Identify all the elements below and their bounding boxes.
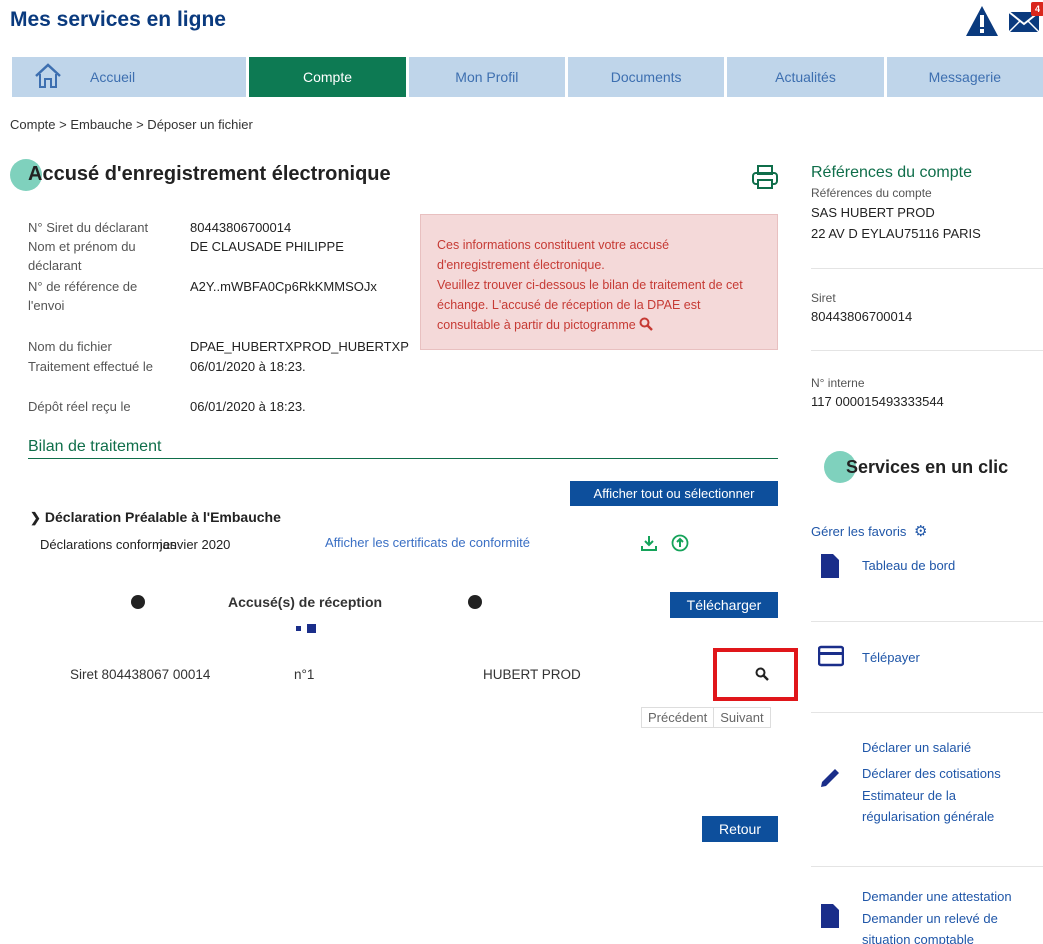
done-value: 06/01/2020 à 18:23. — [190, 359, 306, 374]
sidebar-divider — [811, 268, 1043, 269]
declarer-cotisations-link[interactable]: Déclarer des cotisations — [862, 763, 1001, 784]
row-siret: Siret 804438067 00014 — [70, 667, 211, 682]
notice-line2: Veuillez trouver ci-dessous le bilan de … — [437, 275, 761, 335]
file-label: Nom du fichier — [28, 339, 112, 354]
services-title: Services en un clic — [846, 457, 1009, 477]
attestation-link[interactable]: Demander une attestation — [862, 886, 1012, 907]
breadcrumb: Compte > Embauche > Déposer un fichier — [10, 117, 253, 132]
sidebar-divider — [811, 866, 1043, 867]
gear-icon: ⚙ — [914, 523, 928, 540]
conformes-period: janvier 2020 — [159, 537, 231, 552]
telecharger-button[interactable]: Télécharger — [670, 592, 778, 618]
refs-interne-value: 117 000015493333544 — [811, 394, 944, 409]
favoris-label: Gérer les favoris — [811, 524, 907, 539]
refs-siret-value: 80443806700014 — [811, 309, 913, 324]
page-title: Accusé d'enregistrement électronique — [28, 163, 391, 185]
chevron-right-icon: ❯ — [30, 510, 41, 525]
name-label: Nom et prénom du déclarant — [28, 239, 136, 273]
sidebar-divider — [811, 712, 1043, 713]
ref-label: N° de référence de l'envoi — [28, 279, 138, 313]
collapse-right-icon[interactable] — [468, 595, 482, 609]
tab-accueil[interactable]: Accueil — [12, 57, 247, 97]
collapse-left-icon[interactable] — [131, 595, 145, 609]
row-numero: n°1 — [294, 667, 315, 682]
highlight-annotation — [713, 648, 798, 701]
bilan-title: Bilan de traitement — [28, 438, 162, 455]
download-icon[interactable] — [640, 534, 658, 552]
search-icon[interactable] — [639, 317, 654, 331]
retour-button[interactable]: Retour — [702, 816, 778, 842]
main-nav: Accueil Compte Mon Profil Documents Actu… — [12, 57, 1043, 97]
pager-prev[interactable]: Précédent — [642, 708, 713, 727]
favoris-link[interactable]: Gérer les favoris ⚙ — [811, 521, 927, 542]
document-icon — [821, 904, 839, 928]
tab-mon-profil[interactable]: Mon Profil — [408, 57, 565, 97]
row-company: HUBERT PROD — [483, 667, 581, 682]
section-title[interactable]: ❯ Déclaration Préalable à l'Embauche — [30, 509, 281, 526]
telepayer-link[interactable]: Télépayer — [862, 647, 920, 668]
document-icon — [821, 554, 839, 578]
file-value: DPAE_HUBERTXPROD_HUBERTXP — [190, 339, 409, 354]
tab-actualites[interactable]: Actualités — [727, 57, 884, 97]
card-icon — [818, 645, 844, 667]
sidebar-divider — [811, 621, 1043, 622]
tab-accueil-label: Accueil — [90, 69, 136, 85]
site-title: Mes services en ligne — [10, 8, 226, 31]
deposit-value: 06/01/2020 à 18:23. — [190, 399, 306, 414]
tableau-de-bord-link[interactable]: Tableau de bord — [862, 555, 955, 576]
tab-messagerie[interactable]: Messagerie — [886, 57, 1043, 97]
pencil-icon — [821, 769, 839, 787]
certificats-link[interactable]: Afficher les certificats de conformité — [325, 535, 530, 550]
releve-link[interactable]: Demander un relevé de situation comptabl… — [862, 908, 1022, 944]
pagination: Précédent Suivant — [641, 707, 771, 728]
show-all-button[interactable]: Afficher tout ou sélectionner — [570, 481, 778, 506]
deposit-label: Dépôt réel reçu le — [28, 399, 131, 414]
notice-line1: Ces informations constituent votre accus… — [437, 238, 670, 272]
alert-icon[interactable] — [964, 4, 1000, 38]
home-icon — [35, 63, 61, 88]
notice-box: Ces informations constituent votre accus… — [420, 214, 778, 350]
section-title-text: Déclaration Préalable à l'Embauche — [44, 509, 281, 525]
ref-value: A2Y..mWBFA0Cp6RkKMMSOJx — [190, 279, 377, 294]
refs-siret-label: Siret — [811, 291, 836, 305]
name-value: DE CLAUSADE PHILIPPE — [190, 239, 344, 254]
refs-title: Références du compte — [811, 164, 972, 181]
tab-compte[interactable]: Compte — [249, 57, 406, 97]
print-icon[interactable] — [750, 163, 780, 191]
sidebar-divider — [811, 350, 1043, 351]
accuses-header: Accusé(s) de réception — [228, 594, 383, 610]
done-label: Traitement effectué le — [28, 359, 154, 374]
refs-subtitle: Références du compte — [811, 186, 932, 200]
siret-value: 80443806700014 — [190, 220, 292, 235]
refs-address: 22 AV D EYLAU75116 PARIS — [811, 226, 981, 241]
estimateur-link[interactable]: Estimateur de la régularisation générale — [862, 785, 1022, 827]
upload-circle-icon[interactable] — [671, 534, 689, 552]
tab-documents[interactable]: Documents — [567, 57, 725, 97]
sort-square-icon[interactable] — [307, 624, 316, 633]
bilan-divider — [28, 458, 778, 459]
siret-label: N° Siret du déclarant — [28, 220, 149, 235]
refs-company: SAS HUBERT PROD — [811, 205, 935, 220]
mail-count-badge: 4 — [1031, 2, 1043, 16]
refs-interne-label: N° interne — [811, 376, 865, 390]
sort-square-small-icon[interactable] — [296, 626, 301, 631]
declarer-salarie-link[interactable]: Déclarer un salarié — [862, 737, 971, 758]
pager-next[interactable]: Suivant — [713, 708, 769, 727]
notice-line2-text: Veuillez trouver ci-dessous le bilan de … — [437, 278, 743, 332]
